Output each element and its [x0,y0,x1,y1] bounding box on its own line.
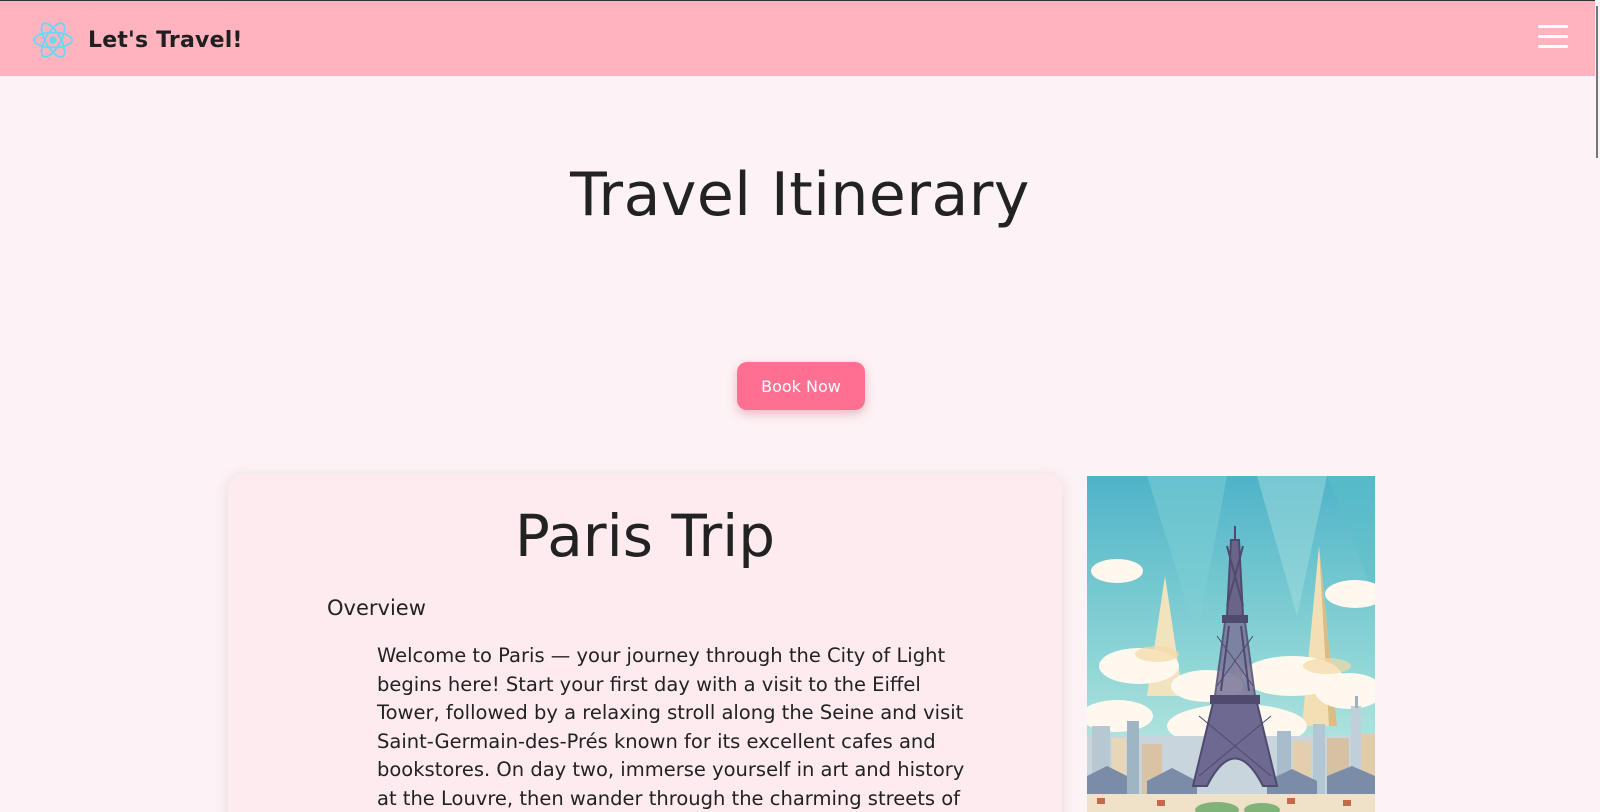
brand-text: Let's Travel! [88,27,243,53]
trip-card: Paris Trip Overview Welcome to Paris — y… [228,474,1062,812]
menu-bar-bottom [1538,45,1568,48]
page-scrollbar[interactable] [1595,0,1600,812]
book-now-button[interactable]: Book Now [737,362,865,410]
hamburger-menu-icon[interactable] [1538,25,1568,51]
react-atom-icon [33,22,73,58]
scrollbar-thumb[interactable] [1596,6,1598,158]
navbar: Let's Travel! [0,0,1600,76]
menu-bar-top [1538,25,1568,28]
trip-title: Paris Trip [514,502,776,570]
page-title: Travel Itinerary [570,160,1030,230]
menu-bar-middle [1538,35,1568,38]
overview-heading: Overview [327,596,426,620]
eiffel-tower-illustration [1087,476,1375,812]
overview-text: Welcome to Paris — your journey through … [377,644,965,810]
brand-link[interactable]: Let's Travel! [32,19,243,61]
